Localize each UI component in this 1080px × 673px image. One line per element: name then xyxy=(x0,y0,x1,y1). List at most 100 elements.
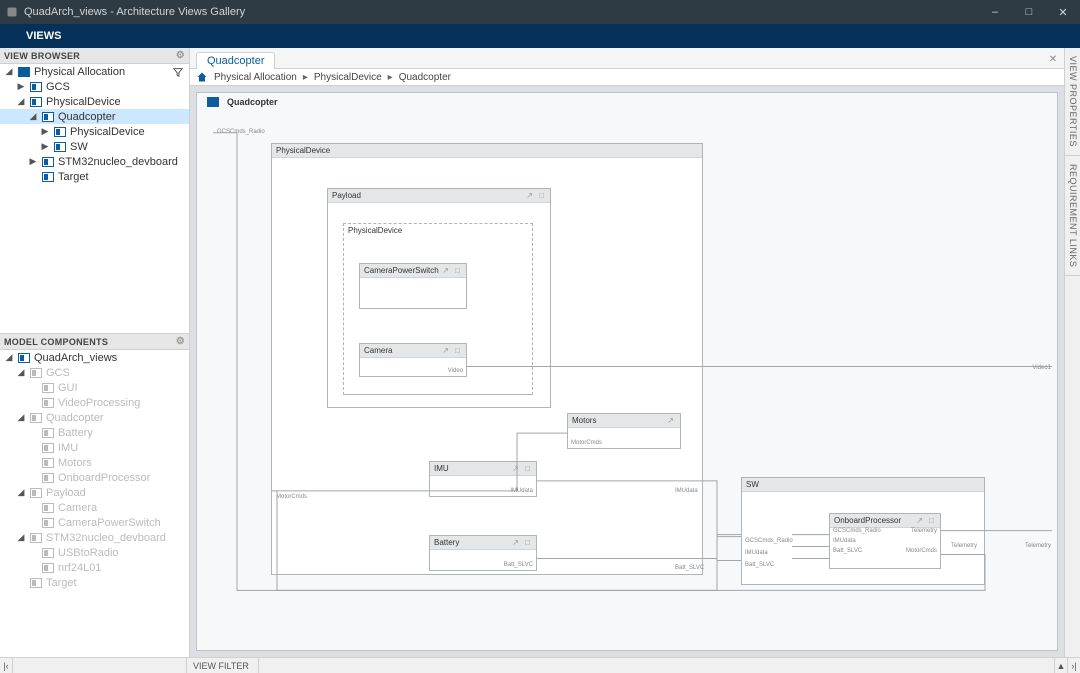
port-label: IMUdata xyxy=(510,488,533,494)
requirement-links-tab[interactable]: REQUIREMENT LINKS xyxy=(1065,156,1080,276)
gear-icon[interactable]: ⚙ xyxy=(176,50,185,61)
window-maximize-button[interactable]: □ xyxy=(1012,0,1046,24)
tree-item-label: CameraPowerSwitch xyxy=(58,517,161,529)
document-tabbar: Quadcopter ✕ xyxy=(190,48,1064,68)
block-camera[interactable]: Camera↗ □ Video xyxy=(359,343,467,377)
tree-twisty-icon[interactable]: ▶ xyxy=(40,141,50,152)
view-browser-header[interactable]: VIEW BROWSER ⚙ xyxy=(0,48,189,64)
view-properties-tab[interactable]: VIEW PROPERTIES xyxy=(1065,48,1080,156)
window-close-button[interactable]: ✕ xyxy=(1046,0,1080,24)
tree-item[interactable]: ◢Payload xyxy=(0,485,189,500)
toolstrip: VIEWS xyxy=(0,24,1080,48)
tree-twisty-icon[interactable]: ◢ xyxy=(16,412,26,423)
block-actions-icon[interactable]: ↗ □ xyxy=(916,516,936,525)
tree-item[interactable]: Target xyxy=(0,575,189,590)
tree-item[interactable]: Target xyxy=(0,169,189,184)
tree-twisty-icon[interactable]: ▶ xyxy=(28,156,38,167)
tree-item[interactable]: USBtoRadio xyxy=(0,545,189,560)
block-onboardprocessor[interactable]: OnboardProcessor↗ □ GCSCmds_Radio IMUdat… xyxy=(829,513,941,569)
tree-item-label: PhysicalDevice xyxy=(46,96,121,108)
component-icon xyxy=(54,127,66,137)
root-block-label: Quadcopter xyxy=(203,97,278,107)
block-title: CameraPowerSwitch xyxy=(364,266,439,275)
block-actions-icon[interactable]: ↗ □ xyxy=(512,464,532,473)
tree-item[interactable]: ◢ Physical Allocation xyxy=(0,64,189,79)
block-title: OnboardProcessor xyxy=(834,516,901,525)
block-motors[interactable]: Motors↗ MotorCmds xyxy=(567,413,681,449)
tree-item-label: Physical Allocation xyxy=(34,66,125,78)
block-actions-icon[interactable]: ↗ xyxy=(667,416,676,425)
model-components-header[interactable]: MODEL COMPONENTS ⚙ xyxy=(0,334,189,350)
component-icon xyxy=(30,488,42,498)
tree-item[interactable]: Motors xyxy=(0,455,189,470)
component-icon xyxy=(42,383,54,393)
tree-twisty-icon[interactable]: ◢ xyxy=(4,66,14,77)
tree-twisty-icon[interactable]: ▶ xyxy=(16,81,26,92)
port-label: IMUdata xyxy=(833,538,856,544)
tree-item-label: GUI xyxy=(58,382,78,394)
component-icon xyxy=(42,172,54,182)
tree-item[interactable]: ▶GCS xyxy=(0,79,189,94)
block-actions-icon[interactable]: ↗ □ xyxy=(526,191,546,200)
diagram-canvas[interactable]: Quadcopter GCSCmds_Radio PhysicalDevice … xyxy=(196,92,1058,651)
block-actions-icon[interactable]: ↗ □ xyxy=(512,538,532,547)
tree-item[interactable]: GUI xyxy=(0,380,189,395)
component-icon xyxy=(30,578,42,588)
tree-item-label: Camera xyxy=(58,502,97,514)
tree-twisty-icon[interactable]: ◢ xyxy=(16,367,26,378)
status-right-cap[interactable]: ›| xyxy=(1068,658,1080,673)
port-label: Batt_SLVC xyxy=(833,548,862,554)
tree-item[interactable]: ◢QuadArch_views xyxy=(0,350,189,365)
tree-item[interactable]: CameraPowerSwitch xyxy=(0,515,189,530)
block-actions-icon[interactable]: ↗ □ xyxy=(442,266,462,275)
tree-twisty-icon[interactable]: ◢ xyxy=(28,111,38,122)
chevron-right-icon: ▸ xyxy=(388,72,393,83)
breadcrumb-item[interactable]: Physical Allocation xyxy=(214,72,297,83)
window-minimize-button[interactable]: – xyxy=(978,0,1012,24)
view-browser-tree[interactable]: ◢Physical Allocation▶GCS◢PhysicalDevice◢… xyxy=(0,64,189,334)
model-components-tree[interactable]: ◢QuadArch_views◢GCS GUIVideoProcessing◢Qu… xyxy=(0,350,189,657)
tree-item[interactable]: ▶SW xyxy=(0,139,189,154)
tree-item[interactable]: ◢GCS xyxy=(0,365,189,380)
tree-item-label: IMU xyxy=(58,442,78,454)
tree-item[interactable]: ◢STM32nucleo_devboard xyxy=(0,530,189,545)
port-label: MotorCmds xyxy=(906,548,937,554)
tree-item[interactable]: ▶STM32nucleo_devboard xyxy=(0,154,189,169)
status-arrow-up-icon[interactable]: ▲ xyxy=(1055,658,1068,673)
tree-item[interactable]: IMU xyxy=(0,440,189,455)
tree-twisty-icon[interactable]: ◢ xyxy=(16,532,26,543)
tree-item[interactable]: Battery xyxy=(0,425,189,440)
block-camerapowerswitch[interactable]: CameraPowerSwitch↗ □ xyxy=(359,263,467,309)
tree-item[interactable]: ◢Quadcopter xyxy=(0,109,189,124)
views-tab[interactable]: VIEWS xyxy=(10,26,77,46)
tree-item[interactable]: Camera xyxy=(0,500,189,515)
tree-item[interactable]: nrf24L01 xyxy=(0,560,189,575)
tree-twisty-icon[interactable]: ▶ xyxy=(40,126,50,137)
tree-twisty-icon[interactable]: ◢ xyxy=(4,352,14,363)
port-label: Telemetry xyxy=(1025,543,1051,549)
component-icon xyxy=(30,368,42,378)
gear-icon[interactable]: ⚙ xyxy=(176,336,185,347)
tree-twisty-icon[interactable]: ◢ xyxy=(16,487,26,498)
breadcrumb-item[interactable]: PhysicalDevice xyxy=(314,72,382,83)
filter-icon[interactable] xyxy=(171,65,185,79)
component-icon xyxy=(207,97,219,107)
tree-item[interactable]: ◢Quadcopter xyxy=(0,410,189,425)
tree-twisty-icon[interactable]: ◢ xyxy=(16,96,26,107)
tree-item[interactable]: ▶PhysicalDevice xyxy=(0,124,189,139)
status-left-cap[interactable]: |‹ xyxy=(0,658,13,673)
breadcrumb-item[interactable]: Quadcopter xyxy=(399,72,451,83)
view-filter-button[interactable]: VIEW FILTER xyxy=(187,658,259,673)
tree-item[interactable]: VideoProcessing xyxy=(0,395,189,410)
document-tab-quadcopter[interactable]: Quadcopter xyxy=(196,52,275,69)
tree-item[interactable]: OnboardProcessor xyxy=(0,470,189,485)
component-icon xyxy=(42,503,54,513)
port-label: Video xyxy=(448,368,463,374)
tab-close-icon[interactable]: ✕ xyxy=(1046,52,1060,66)
block-actions-icon[interactable]: ↗ □ xyxy=(442,346,462,355)
block-imu[interactable]: IMU↗ □ IMUdata xyxy=(429,461,537,497)
block-battery[interactable]: Battery↗ □ Batt_SLVC xyxy=(429,535,537,571)
home-icon[interactable] xyxy=(196,71,208,83)
tree-item-label: Target xyxy=(58,171,89,183)
tree-item[interactable]: ◢ PhysicalDevice xyxy=(0,94,189,109)
